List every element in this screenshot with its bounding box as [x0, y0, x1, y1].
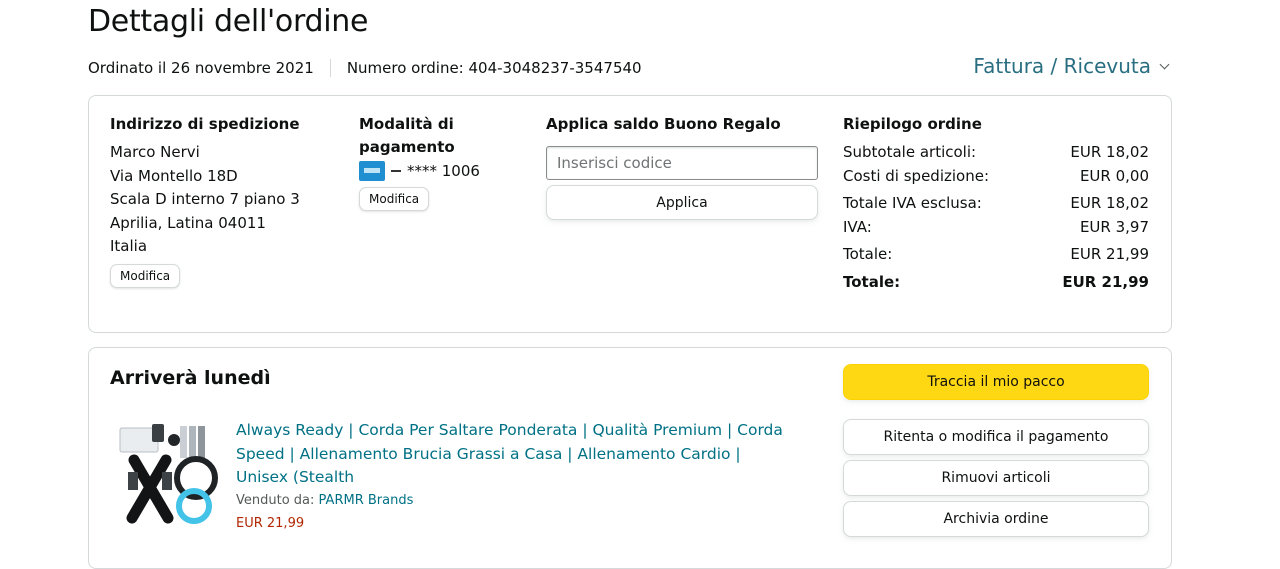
gift-card-section: Applica saldo Buono Regalo Applica	[546, 113, 818, 220]
order-date: Ordinato il 26 novembre 2021	[88, 59, 314, 77]
summary-value: EUR 18,02	[1070, 143, 1149, 161]
seller-prefix: Venduto da:	[236, 493, 315, 508]
product-image[interactable]	[116, 420, 222, 528]
divider	[329, 59, 331, 77]
summary-value: EUR 21,99	[1070, 245, 1149, 263]
grand-total-row: Totale: EUR 21,99	[843, 271, 1149, 295]
summary-table: Subtotale articoli: EUR 18,02 Costi di s…	[843, 141, 1149, 294]
summary-row: Totale IVA esclusa: EUR 18,02	[843, 192, 1149, 216]
summary-value: EUR 3,97	[1079, 217, 1149, 236]
address-line: Marco Nervi	[110, 143, 200, 161]
seller-link[interactable]: PARMR Brands	[319, 493, 414, 508]
payment-section: Modalità di pagamento **** 1006 Modifica	[359, 113, 509, 211]
gift-code-input[interactable]	[546, 146, 818, 180]
summary-heading: Riepilogo ordine	[843, 115, 982, 133]
order-number: Numero ordine: 404-3048237-3547540	[346, 59, 642, 77]
summary-label: Costi di spedizione:	[843, 166, 990, 185]
card-digits: **** 1006	[407, 162, 480, 180]
seller-info: Venduto da: PARMR Brands	[236, 493, 413, 508]
retry-payment-button[interactable]: Ritenta o modifica il pagamento	[843, 419, 1149, 455]
invoice-dropdown[interactable]: Fattura / Ricevuta	[973, 54, 1170, 78]
payment-heading: Modalità di pagamento	[359, 113, 509, 159]
grand-total-label: Totale:	[843, 272, 901, 291]
order-summary-section: Riepilogo ordine Subtotale articoli: EUR…	[843, 113, 1149, 294]
order-meta: Ordinato il 26 novembre 2021 Numero ordi…	[88, 59, 642, 77]
grand-total-value: EUR 21,99	[1062, 272, 1149, 291]
delivery-heading: Arriverà lunedì	[110, 367, 271, 389]
shipping-address: Marco Nervi Via Montello 18D Scala D int…	[110, 141, 330, 259]
product-price: EUR 21,99	[236, 516, 305, 531]
address-line: Scala D interno 7 piano 3	[110, 190, 300, 208]
archive-order-button[interactable]: Archivia ordine	[843, 501, 1149, 537]
gift-card-heading: Applica saldo Buono Regalo	[546, 115, 781, 133]
edit-payment-button[interactable]: Modifica	[359, 187, 430, 211]
track-package-button[interactable]: Traccia il mio pacco	[843, 364, 1149, 400]
summary-row: IVA: EUR 3,97	[843, 216, 1149, 240]
shipping-heading: Indirizzo di spedizione	[110, 115, 300, 133]
address-line: Via Montello 18D	[110, 166, 238, 185]
page-title: Dettagli dell'ordine	[88, 4, 369, 39]
summary-label: Totale:	[843, 245, 893, 263]
product-title-link[interactable]: Always Ready | Corda Per Saltare Pondera…	[236, 419, 796, 490]
card-dash	[391, 170, 401, 172]
summary-value: EUR 0,00	[1079, 166, 1149, 185]
summary-label: Subtotale articoli:	[843, 143, 977, 161]
address-line: Aprilia, Latina 04011	[110, 213, 266, 232]
credit-card-icon	[359, 161, 385, 181]
chevron-down-icon	[1159, 59, 1170, 69]
payment-heading-line: Modalità di	[359, 115, 454, 133]
shipping-address-section: Indirizzo di spedizione Marco Nervi Via …	[110, 113, 330, 288]
summary-label: IVA:	[843, 217, 872, 236]
apply-gift-button[interactable]: Applica	[546, 185, 818, 220]
summary-value: EUR 18,02	[1070, 194, 1149, 212]
address-line: Italia	[110, 237, 148, 255]
invoice-link-label: Fattura / Ricevuta	[973, 54, 1151, 78]
remove-items-button[interactable]: Rimuovi articoli	[843, 460, 1149, 496]
payment-heading-line: pagamento	[359, 138, 455, 156]
summary-row: Subtotale articoli: EUR 18,02	[843, 141, 1149, 165]
edit-address-button[interactable]: Modifica	[110, 263, 181, 288]
payment-method: **** 1006	[359, 161, 509, 181]
summary-row: Costi di spedizione: EUR 0,00	[843, 165, 1149, 189]
summary-row: Totale: EUR 21,99	[843, 243, 1149, 267]
summary-label: Totale IVA esclusa:	[843, 194, 982, 212]
